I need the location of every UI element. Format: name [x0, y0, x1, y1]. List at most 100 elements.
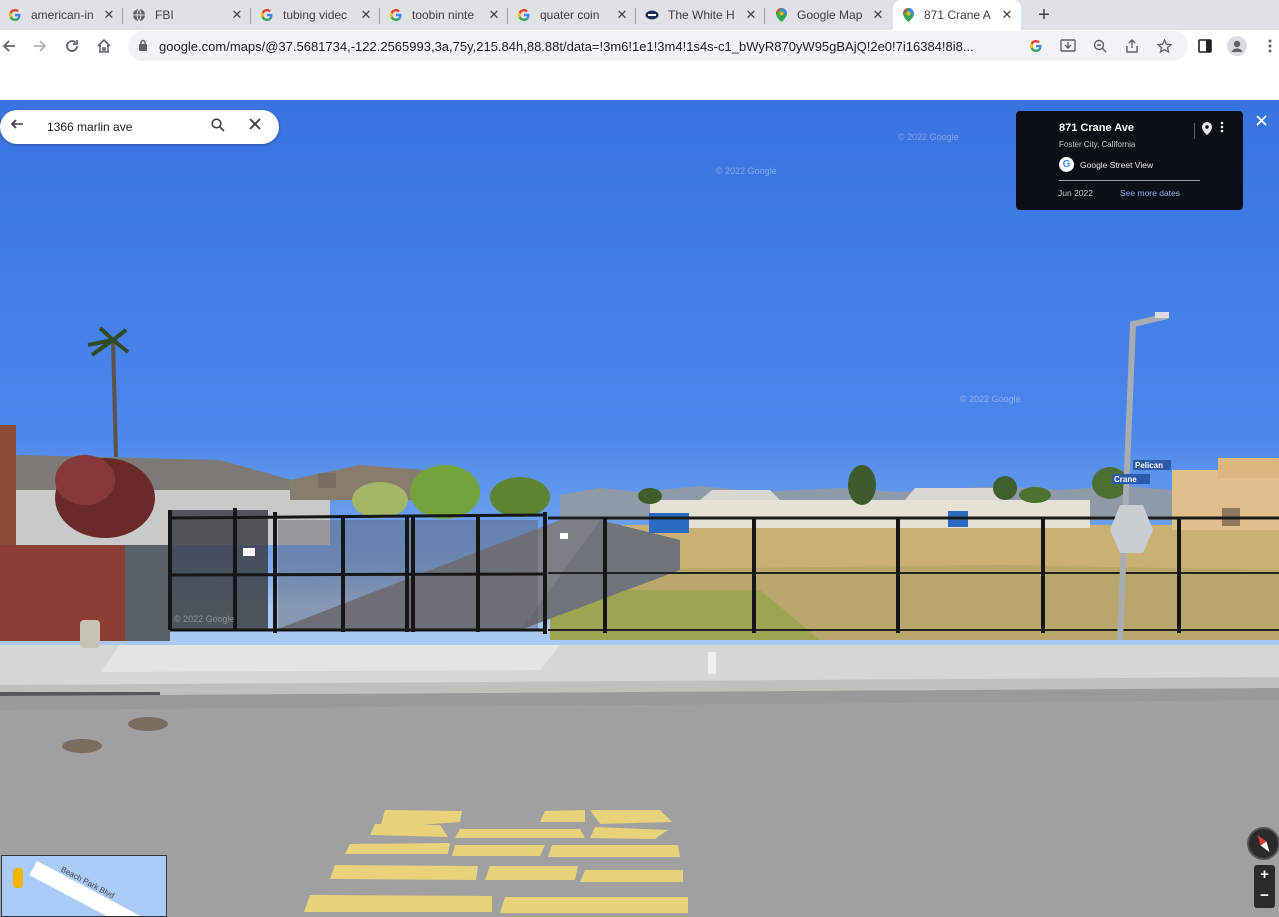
- card-rule: [1059, 180, 1200, 181]
- google-icon: [8, 8, 22, 22]
- close-tab-button[interactable]: ✕: [743, 7, 759, 23]
- pegman-icon[interactable]: [13, 868, 23, 888]
- close-tab-button[interactable]: ✕: [870, 7, 886, 23]
- google-watermark: © 2022 Google: [898, 132, 959, 142]
- profile-avatar-icon: [1227, 36, 1247, 56]
- browser-tab[interactable]: quater coin ✕: [509, 0, 636, 30]
- zoom-out-icon: [1093, 39, 1107, 53]
- street-sign-pelican: Pelican: [1135, 461, 1164, 470]
- tab-strip: american-in ✕ FBI ✕ tubing videc ✕ toobin nint…: [0, 0, 1279, 30]
- back-button[interactable]: [0, 32, 23, 60]
- close-tab-button[interactable]: ✕: [358, 7, 374, 23]
- lock-icon: [139, 39, 147, 51]
- tab-separator: [379, 8, 380, 24]
- install-app-button[interactable]: [1058, 36, 1078, 56]
- location-city: Foster City, California: [1059, 140, 1136, 149]
- browser-toolbar: google.com/maps/@37.5681734,-122.2565993…: [0, 30, 1279, 62]
- tab-title: The White H: [668, 8, 735, 22]
- compass-icon: [1257, 834, 1270, 853]
- browser-tab[interactable]: The White H ✕: [637, 0, 765, 30]
- profile-button[interactable]: [1223, 32, 1251, 60]
- zoom-out-button[interactable]: −: [1254, 886, 1275, 907]
- capture-date: Jun 2022: [1058, 188, 1093, 198]
- street-scene-image: [0, 312, 1279, 917]
- google-lens-button[interactable]: [1026, 36, 1046, 56]
- browser-tab[interactable]: tubing videc ✕: [252, 0, 380, 30]
- globe-icon: [132, 8, 146, 22]
- back-arrow-icon: [2, 40, 15, 52]
- bookmark-button[interactable]: [1154, 36, 1174, 56]
- see-more-dates-link[interactable]: See more dates: [1120, 188, 1180, 198]
- minimap[interactable]: Beach Park Blvd: [1, 855, 167, 917]
- compass-button[interactable]: [1247, 827, 1279, 860]
- maps-pin-icon: [901, 8, 915, 22]
- search-back-button[interactable]: [10, 117, 30, 137]
- source-label: Google Street View: [1080, 159, 1154, 170]
- tab-separator: [250, 8, 251, 24]
- street-view-panorama[interactable]: © 2022 Google © 2022 Google © 2022 Googl…: [0, 100, 1279, 917]
- close-tab-button[interactable]: ✕: [229, 7, 245, 23]
- close-tab-button[interactable]: ✕: [614, 7, 630, 23]
- browser-tab[interactable]: 871 Crane A ✕: [893, 0, 1021, 30]
- street-sign-crane: Crane: [1114, 475, 1137, 484]
- google-icon: [517, 8, 531, 22]
- tab-title: Google Map: [797, 8, 863, 22]
- star-icon: [1156, 38, 1172, 53]
- search-input[interactable]: 1366 marlin ave: [47, 120, 132, 134]
- zoom-control: + −: [1254, 865, 1275, 908]
- tab-separator: [507, 8, 508, 24]
- google-watermark: © 2022 Google: [716, 166, 777, 176]
- google-icon: [260, 8, 274, 22]
- tab-title: american-in: [31, 8, 94, 22]
- tab-title: FBI: [155, 8, 174, 22]
- reload-button[interactable]: [58, 32, 86, 60]
- home-button[interactable]: [90, 32, 118, 60]
- home-icon: [97, 38, 111, 53]
- tab-title: quater coin: [540, 8, 600, 22]
- kebab-menu-icon: [1220, 121, 1224, 133]
- street-view-info-card: 871 Crane Ave Foster City, California G …: [1016, 111, 1243, 210]
- forward-button[interactable]: [26, 32, 54, 60]
- forward-arrow-icon: [34, 40, 47, 52]
- browser-tab[interactable]: FBI ✕: [124, 0, 251, 30]
- address-bar[interactable]: google.com/maps/@37.5681734,-122.2565993…: [128, 31, 1188, 61]
- reload-icon: [66, 40, 78, 52]
- browser-tab[interactable]: Google Map ✕: [766, 0, 892, 30]
- clear-search-button[interactable]: [249, 118, 269, 138]
- map-pin-icon: [1202, 122, 1212, 135]
- install-icon: [1060, 39, 1076, 52]
- google-g-icon: [1030, 40, 1042, 52]
- browser-tab[interactable]: toobin ninte ✕: [381, 0, 508, 30]
- tab-title: 871 Crane A: [924, 8, 991, 22]
- tab-title: toobin ninte: [412, 8, 475, 22]
- search-button[interactable]: [211, 118, 231, 138]
- location-address: 871 Crane Ave: [1059, 122, 1135, 134]
- tab-separator: [635, 8, 636, 24]
- maps-pin-icon: [774, 8, 788, 22]
- maps-search-box: 1366 marlin ave: [0, 110, 279, 144]
- close-tab-button[interactable]: ✕: [101, 7, 117, 23]
- close-tab-button[interactable]: ✕: [999, 7, 1015, 23]
- share-button[interactable]: [1122, 36, 1142, 56]
- browser-tab[interactable]: american-in ✕: [0, 0, 123, 30]
- new-tab-button[interactable]: +: [1032, 0, 1056, 30]
- zoom-button[interactable]: [1090, 36, 1110, 56]
- tab-separator: [122, 8, 123, 24]
- share-icon: [1126, 39, 1138, 53]
- search-icon: [211, 118, 225, 132]
- back-arrow-icon: [10, 119, 23, 129]
- side-panel-button[interactable]: [1191, 32, 1219, 60]
- close-icon: [1256, 115, 1267, 126]
- menu-button[interactable]: [1256, 32, 1279, 60]
- google-watermark: © 2022 Google: [174, 614, 235, 624]
- close-tab-button[interactable]: ✕: [486, 7, 502, 23]
- exit-street-view-button[interactable]: [1256, 115, 1274, 133]
- zoom-in-button[interactable]: +: [1254, 865, 1275, 886]
- google-icon: [389, 8, 403, 22]
- tab-separator: [764, 8, 765, 24]
- close-icon: [249, 118, 261, 130]
- street-view-source: G Google Street View: [1059, 157, 1153, 172]
- kebab-menu-icon: [1268, 39, 1272, 53]
- google-watermark: © 2022 Google: [960, 394, 1021, 404]
- tab-title: tubing videc: [283, 8, 348, 22]
